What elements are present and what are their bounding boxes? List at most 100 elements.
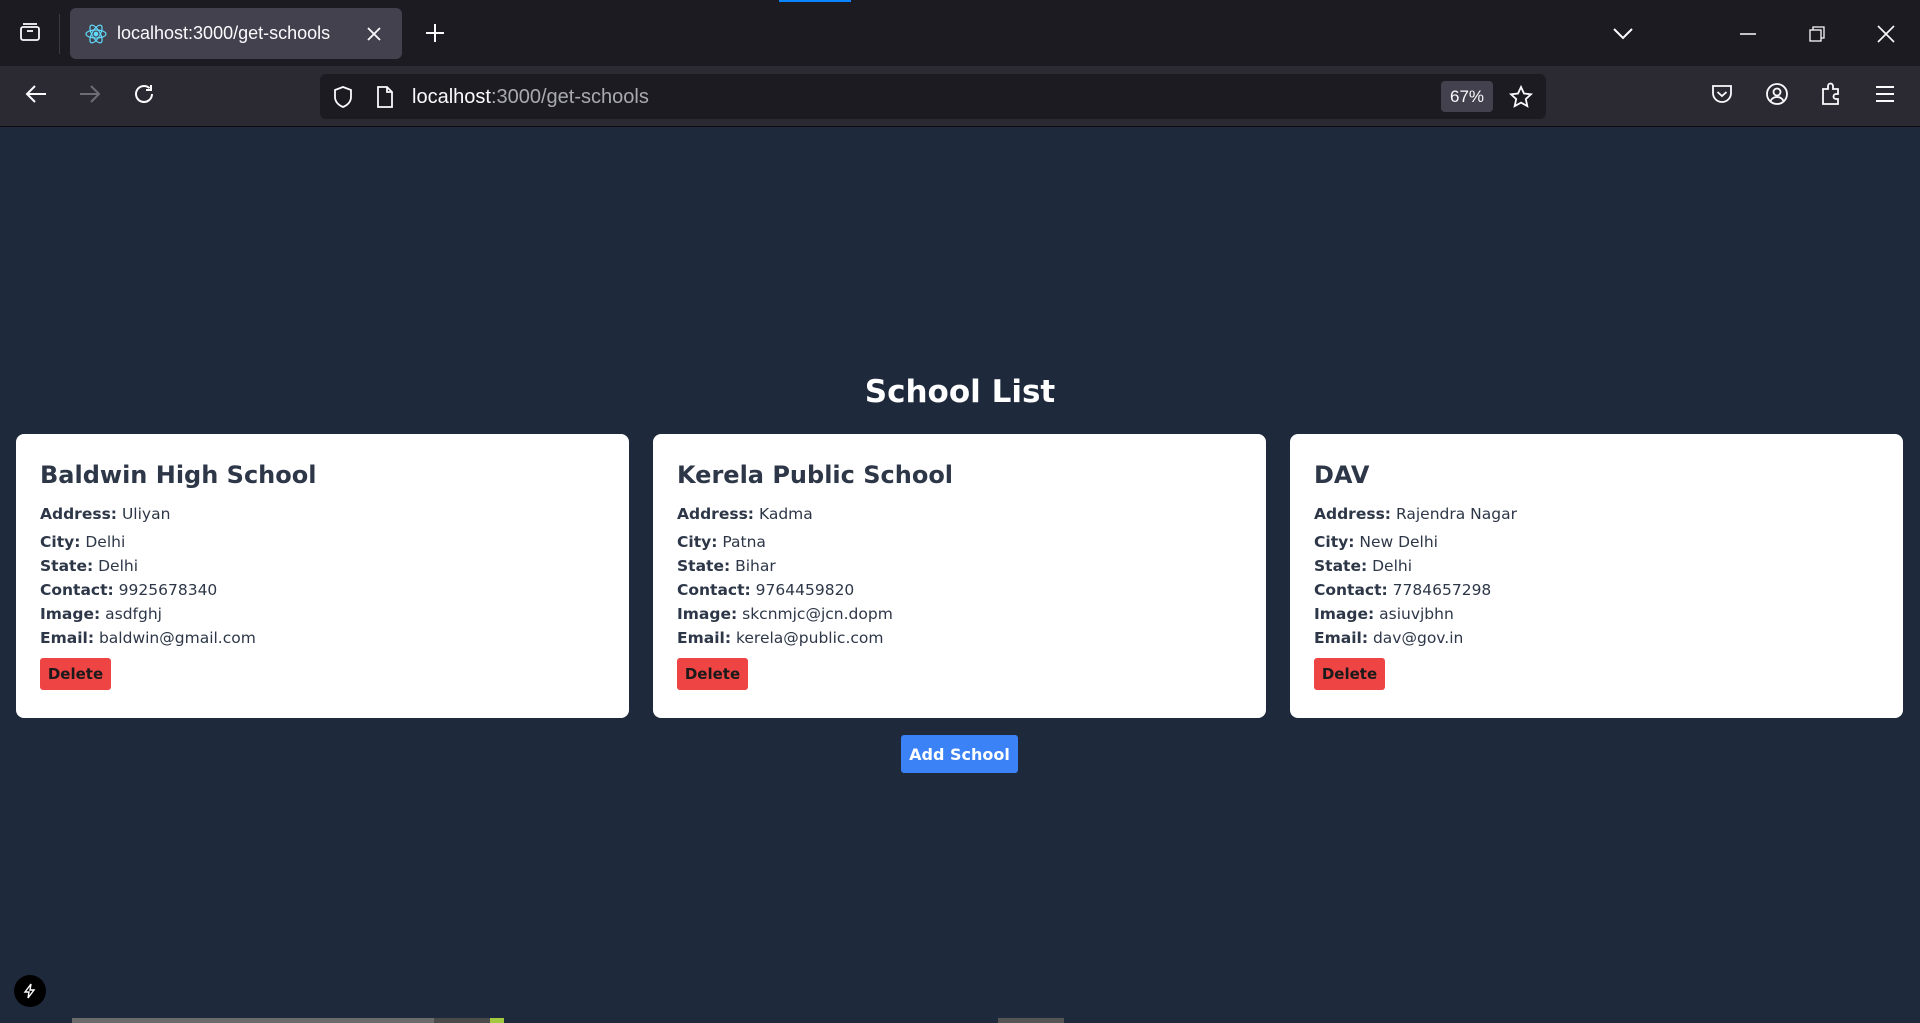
url-bar[interactable]: localhost:3000/get-schools 67%: [320, 74, 1546, 119]
school-card: Baldwin High School Address: Uliyan City…: [16, 434, 629, 718]
email-label: Email:: [677, 629, 732, 647]
state-value: Delhi: [1372, 557, 1413, 575]
arrow-left-icon[interactable]: [16, 74, 56, 114]
school-city: City: Patna: [677, 530, 1242, 554]
tab-separator: [59, 14, 60, 54]
page-icon[interactable]: [372, 84, 398, 110]
city-label: City:: [677, 533, 718, 551]
contact-value: 9764459820: [755, 581, 855, 599]
school-state: State: Delhi: [1314, 554, 1879, 578]
delete-button[interactable]: Delete: [40, 658, 111, 690]
city-value: Delhi: [85, 533, 126, 551]
chevron-down-icon[interactable]: [1603, 14, 1643, 54]
school-email: Email: kerela@public.com: [677, 626, 1242, 650]
image-value: asdfghj: [105, 605, 162, 623]
school-address: Address: Rajendra Nagar: [1314, 502, 1879, 526]
school-state: State: Delhi: [40, 554, 605, 578]
school-state: State: Bihar: [677, 554, 1242, 578]
tab-strip-indicator: [779, 0, 851, 2]
school-address: Address: Uliyan: [40, 502, 605, 526]
hamburger-icon[interactable]: [1871, 80, 1899, 108]
close-icon[interactable]: [361, 21, 387, 47]
taskbar-segment: [490, 1018, 504, 1023]
address-label: Address:: [40, 505, 117, 523]
delete-button[interactable]: Delete: [1314, 658, 1385, 690]
taskbar-edge: [0, 1018, 1920, 1023]
pocket-icon[interactable]: [1708, 80, 1736, 108]
add-school-button[interactable]: Add School: [901, 735, 1018, 773]
school-city: City: Delhi: [40, 530, 605, 554]
tab-list-button[interactable]: [10, 14, 50, 54]
react-icon: [84, 22, 108, 46]
school-contact: Contact: 9764459820: [677, 578, 1242, 602]
school-name: Baldwin High School: [40, 461, 317, 489]
taskbar-segment: [434, 1018, 490, 1023]
contact-value: 7784657298: [1392, 581, 1492, 599]
email-label: Email:: [40, 629, 95, 647]
address-value: Rajendra Nagar: [1395, 505, 1517, 523]
school-image: Image: skcnmjc@jcn.dopm: [677, 602, 1242, 626]
address-label: Address:: [677, 505, 754, 523]
school-address: Address: Kadma: [677, 502, 1242, 526]
school-contact: Contact: 9925678340: [40, 578, 605, 602]
address-value: Kadma: [758, 505, 813, 523]
url-path: :3000/get-schools: [490, 86, 649, 108]
school-email: Email: dav@gov.in: [1314, 626, 1879, 650]
email-value: kerela@public.com: [735, 629, 884, 647]
url-text[interactable]: localhost:3000/get-schools: [412, 86, 649, 109]
email-label: Email:: [1314, 629, 1369, 647]
school-cards: Baldwin High School Address: Uliyan City…: [16, 434, 1904, 718]
lightning-icon[interactable]: [14, 975, 46, 1007]
restore-icon[interactable]: [1797, 14, 1837, 54]
address-value: Uliyan: [121, 505, 171, 523]
browser-nav-bar: localhost:3000/get-schools 67%: [0, 66, 1920, 127]
state-value: Bihar: [735, 557, 776, 575]
state-label: State:: [1314, 557, 1368, 575]
city-value: Patna: [722, 533, 766, 551]
delete-button[interactable]: Delete: [677, 658, 748, 690]
contact-value: 9925678340: [118, 581, 218, 599]
contact-label: Contact:: [40, 581, 114, 599]
reload-icon[interactable]: [124, 74, 164, 114]
school-city: City: New Delhi: [1314, 530, 1879, 554]
image-label: Image:: [1314, 605, 1375, 623]
email-value: dav@gov.in: [1372, 629, 1464, 647]
taskbar-segment: [72, 1018, 434, 1023]
school-name: Kerela Public School: [677, 461, 954, 489]
star-icon[interactable]: [1507, 83, 1535, 111]
school-card: DAV Address: Rajendra Nagar City: New De…: [1290, 434, 1903, 718]
city-label: City:: [1314, 533, 1355, 551]
school-card: Kerela Public School Address: Kadma City…: [653, 434, 1266, 718]
taskbar-segment: [998, 1018, 1064, 1023]
city-label: City:: [40, 533, 81, 551]
zoom-level-badge[interactable]: 67%: [1441, 81, 1493, 112]
school-contact: Contact: 7784657298: [1314, 578, 1879, 602]
plus-icon[interactable]: [418, 16, 452, 50]
tab-list-icon: [18, 20, 42, 48]
contact-label: Contact:: [1314, 581, 1388, 599]
state-label: State:: [677, 557, 731, 575]
active-tab[interactable]: localhost:3000/get-schools: [70, 8, 402, 59]
minimize-icon[interactable]: [1728, 14, 1768, 54]
image-value: asiuvjbhn: [1379, 605, 1454, 623]
image-label: Image:: [677, 605, 738, 623]
puzzle-icon[interactable]: [1817, 80, 1845, 108]
shield-icon[interactable]: [330, 84, 356, 110]
image-value: skcnmjc@jcn.dopm: [742, 605, 893, 623]
close-window-icon[interactable]: [1866, 14, 1906, 54]
state-value: Delhi: [98, 557, 139, 575]
account-icon[interactable]: [1763, 80, 1791, 108]
image-label: Image:: [40, 605, 101, 623]
address-label: Address:: [1314, 505, 1391, 523]
arrow-right-icon[interactable]: [70, 74, 110, 114]
school-image: Image: asdfghj: [40, 602, 605, 626]
school-name: DAV: [1314, 461, 1370, 489]
browser-tab-bar: localhost:3000/get-schools: [0, 0, 1920, 66]
contact-label: Contact:: [677, 581, 751, 599]
school-email: Email: baldwin@gmail.com: [40, 626, 605, 650]
city-value: New Delhi: [1359, 533, 1438, 551]
page-title: School List: [864, 374, 1056, 410]
state-label: State:: [40, 557, 94, 575]
tab-title: localhost:3000/get-schools: [117, 23, 331, 43]
url-host: localhost: [412, 86, 491, 108]
